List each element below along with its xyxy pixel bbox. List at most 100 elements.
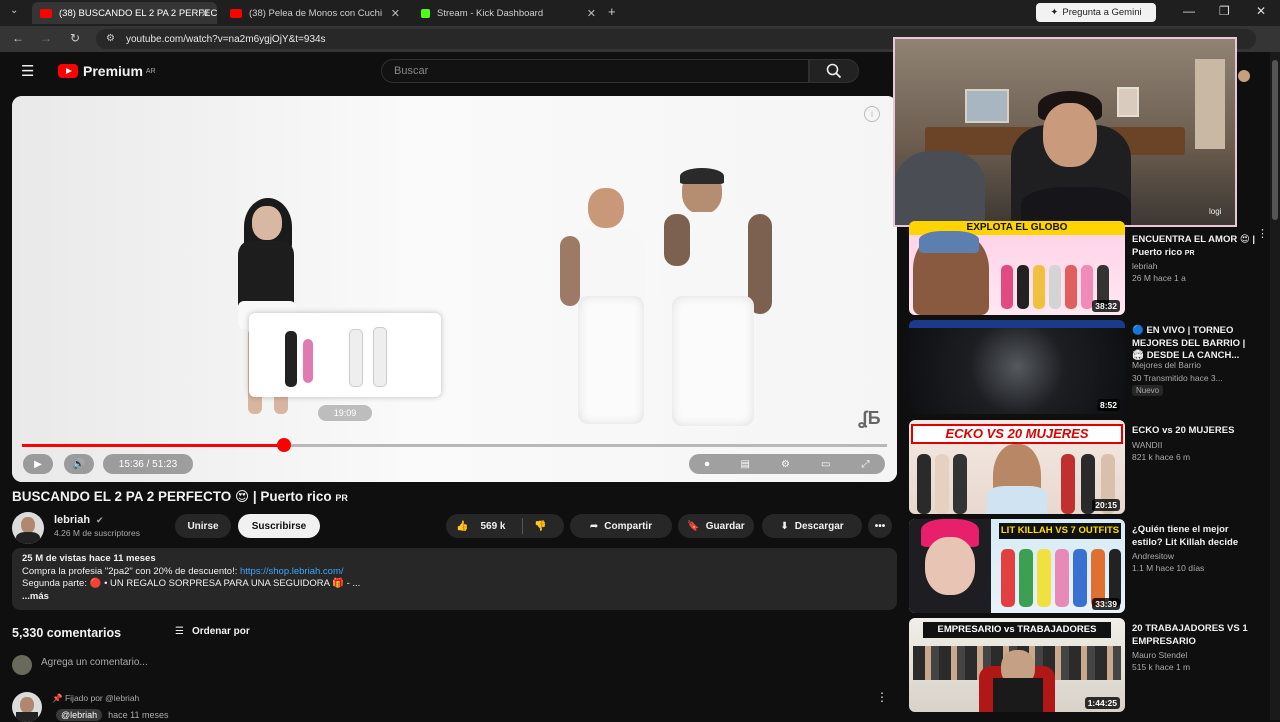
video-player[interactable]: i ʆƂ 19:09 ▶ 🔊 15:36 / 51:23 ⏺ ▤ ⚙ ▭ ⤢ xyxy=(12,96,897,482)
save-button[interactable]: 🔖 Guardar xyxy=(678,514,754,538)
youtube-premium-logo[interactable]: Premium AR xyxy=(58,63,156,79)
thumbnail-text: EMPRESARIO vs TRABAJADORES xyxy=(923,622,1111,638)
sort-comments-button[interactable]: ☰ Ordenar por xyxy=(175,626,250,637)
comment-author[interactable]: @lebriah xyxy=(56,709,103,721)
more-options-icon[interactable]: ⋮ xyxy=(1257,227,1268,240)
youtube-favicon-icon xyxy=(230,8,242,18)
maximize-icon[interactable]: ❐ xyxy=(1219,4,1230,18)
settings-icon[interactable]: ⚙ xyxy=(781,459,790,470)
recommended-video[interactable]: 8:52 🔵 EN VIVO | TORNEO MEJORES DEL BARR… xyxy=(909,320,1269,416)
user-avatar xyxy=(12,655,32,675)
recommended-meta: 821 k hace 6 m xyxy=(1132,452,1191,462)
recommended-title: ECKO vs 20 MUJERES xyxy=(1132,425,1235,436)
channel-avatar[interactable] xyxy=(12,512,44,544)
comment-count: 5,330 comentarios xyxy=(12,626,122,640)
search-button[interactable] xyxy=(809,59,859,83)
url-text: youtube.com/watch?v=na2m6ygjOjY&t=934s xyxy=(126,33,326,45)
subscribe-button[interactable]: Suscribirse xyxy=(238,514,320,538)
recommended-video[interactable]: EMPRESARIO vs TRABAJADORES 1:44:25 20 TR… xyxy=(909,618,1269,714)
player-right-controls: ⏺ ▤ ⚙ ▭ ⤢ xyxy=(689,454,885,474)
volume-button[interactable]: 🔊 xyxy=(64,454,94,474)
video-person-arm xyxy=(560,236,580,306)
autoplay-toggle-icon[interactable]: ⏺ xyxy=(705,459,710,470)
minimize-icon[interactable]: — xyxy=(1183,4,1195,18)
recommended-video[interactable]: ECKO VS 20 MUJERES 20:15 ECKO vs 20 MUJE… xyxy=(909,420,1269,516)
recommended-meta: 30 Transmitido hace 3... xyxy=(1132,373,1223,383)
tab-youtube-second[interactable]: (38) Pelea de Monos con Cuchi ✕ xyxy=(222,2,407,24)
share-button[interactable]: ➦ Compartir xyxy=(570,514,672,538)
video-thumbnail[interactable]: LIT KILLAH VS 7 OUTFITS 33:39 xyxy=(909,519,1125,613)
like-icon[interactable]: 👍 xyxy=(456,521,468,532)
show-more-link[interactable]: ...más xyxy=(22,591,887,604)
recommended-video[interactable]: EXPLOTA EL GLOBO 38:32 ENCUENTRA EL AMOR… xyxy=(909,221,1269,317)
progress-played xyxy=(22,444,285,447)
new-badge: Nuevo xyxy=(1132,385,1164,396)
back-icon[interactable]: ← xyxy=(12,31,24,45)
thumbnail-text: ECKO VS 20 MUJERES xyxy=(911,424,1123,444)
page-scrollbar[interactable] xyxy=(1270,52,1280,720)
close-tab-icon[interactable]: ✕ xyxy=(391,7,400,20)
subtitles-icon[interactable]: ▤ xyxy=(741,459,750,470)
video-thumbnail[interactable]: 8:52 xyxy=(909,320,1125,414)
comment-meta: @lebriah hace 11 meses xyxy=(56,709,169,721)
fullscreen-icon[interactable]: ⤢ xyxy=(861,459,869,470)
recommended-channel: Andresitow xyxy=(1132,551,1175,561)
search-placeholder: Buscar xyxy=(394,65,429,77)
pin-icon: 📌 xyxy=(52,693,63,703)
browser-tab-bar: ⌄ (38) BUSCANDO EL 2 PA 2 PERFEC ✕ (38) … xyxy=(0,0,1280,26)
video-thumbnail[interactable]: EMPRESARIO vs TRABAJADORES 1:44:25 xyxy=(909,618,1125,712)
channel-name[interactable]: lebriah xyxy=(54,514,90,526)
play-icon: ▶ xyxy=(34,458,42,470)
shop-link[interactable]: https://shop.lebriah.com/ xyxy=(240,566,344,577)
join-button[interactable]: Unirse xyxy=(175,514,231,538)
reload-icon[interactable]: ↻ xyxy=(70,31,80,45)
add-comment-input[interactable]: Agrega un comentario... xyxy=(41,657,148,668)
miniplayer-icon[interactable]: ▭ xyxy=(821,459,830,470)
account-avatar-icon[interactable] xyxy=(1238,70,1250,82)
subscribe-label: Suscribirse xyxy=(251,520,307,532)
menu-icon[interactable]: ☰ xyxy=(21,62,34,80)
recommended-video[interactable]: LIT KILLAH VS 7 OUTFITS 33:39 ¿Quién tie… xyxy=(909,519,1269,615)
tab-kick-dashboard[interactable]: Stream - Kick Dashboard ✕ xyxy=(413,2,603,24)
tab-list-icon[interactable]: ⌄ xyxy=(10,5,18,16)
video-person-pants xyxy=(672,296,754,426)
video-thumbnail[interactable]: EXPLOTA EL GLOBO 38:32 xyxy=(909,221,1125,315)
close-window-icon[interactable]: ✕ xyxy=(1256,4,1266,18)
video-thumbnail[interactable]: ECKO VS 20 MUJERES 20:15 xyxy=(909,420,1125,514)
scrollbar-thumb[interactable] xyxy=(1272,60,1278,220)
video-title: BUSCANDO EL 2 PA 2 PERFECTO 😍 | Puerto r… xyxy=(12,489,348,505)
webcam-label: logi xyxy=(1209,207,1222,216)
forward-icon[interactable]: → xyxy=(40,31,52,45)
channel-watermark-icon[interactable]: ʆƂ xyxy=(858,408,881,429)
progress-scrubber[interactable] xyxy=(277,438,292,452)
new-tab-icon[interactable]: + xyxy=(608,4,616,19)
comment-menu-icon[interactable]: ⋮ xyxy=(876,690,888,704)
site-info-icon[interactable]: ⚙ xyxy=(106,33,115,44)
channel-row: lebriah ✔ 4.26 M de suscriptores Unirse … xyxy=(12,510,897,544)
search-input[interactable]: Buscar xyxy=(381,59,809,83)
video-duration: 8:52 xyxy=(1096,399,1120,411)
recommended-channel: Mejores del Barrio xyxy=(1132,360,1201,370)
close-tab-icon[interactable]: ✕ xyxy=(587,7,596,20)
dislike-icon[interactable]: 👎 xyxy=(534,521,546,532)
tab-label: (38) BUSCANDO EL 2 PA 2 PERFEC xyxy=(59,7,217,19)
country-badge: PR xyxy=(1184,249,1195,257)
close-tab-icon[interactable]: ✕ xyxy=(201,7,210,20)
description-box[interactable]: 25 M de vistas hace 11 meses Compra la p… xyxy=(12,548,897,610)
save-label: Guardar xyxy=(705,520,745,532)
like-count[interactable]: 569 k xyxy=(480,521,505,532)
more-actions-button[interactable]: ••• xyxy=(868,514,892,538)
view-stats: 25 M de vistas hace 11 meses xyxy=(22,553,156,564)
comment-author-avatar[interactable] xyxy=(12,692,42,722)
tab-youtube-current[interactable]: (38) BUSCANDO EL 2 PA 2 PERFEC ✕ xyxy=(32,2,217,24)
play-button[interactable]: ▶ xyxy=(23,454,53,474)
webcam-overlay: logi xyxy=(893,37,1237,227)
recommended-channel: WANDII xyxy=(1132,440,1163,450)
ask-gemini-button[interactable]: ✦ Pregunta a Gemini xyxy=(1036,3,1156,22)
download-button[interactable]: ⬇ Descargar xyxy=(762,514,862,538)
description-line: Segunda parte: 🔴 • UN REGALO SORPRESA PA… xyxy=(22,578,361,589)
info-icon[interactable]: i xyxy=(864,106,880,122)
progress-bar[interactable] xyxy=(22,438,887,452)
pinned-text: Fijado por @lebriah xyxy=(64,693,140,703)
recommended-meta: 26 M hace 1 a xyxy=(1132,273,1186,283)
